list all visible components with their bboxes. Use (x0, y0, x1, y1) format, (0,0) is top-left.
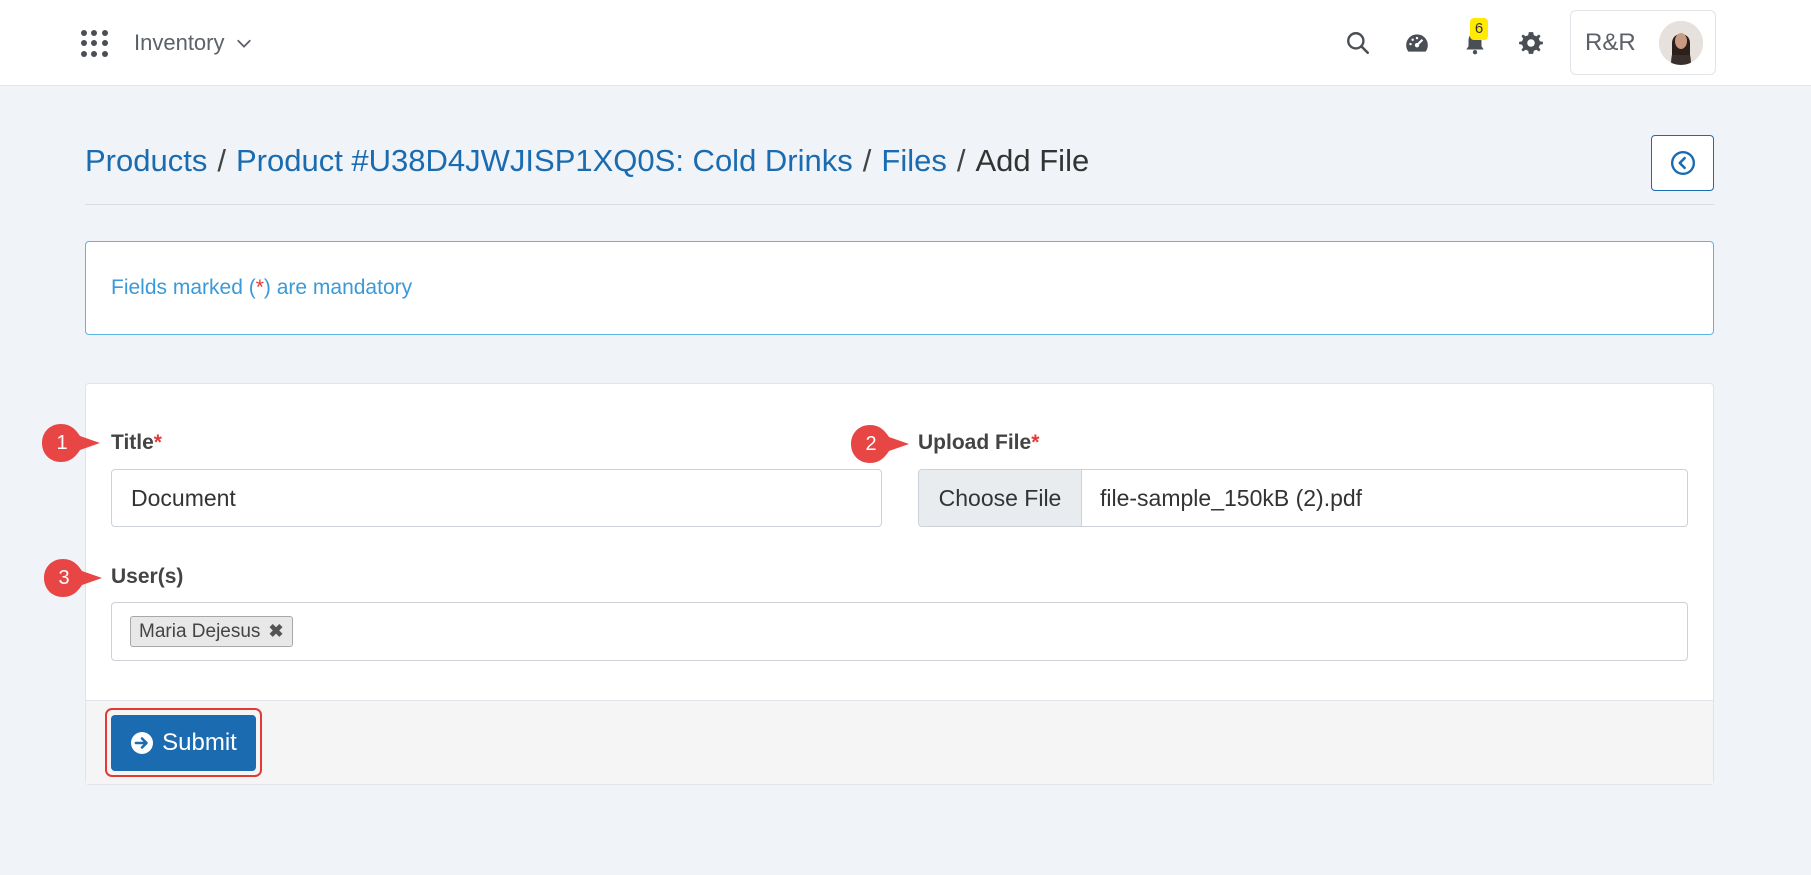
selected-file-name: file-sample_150kB (2).pdf (1100, 484, 1363, 511)
breadcrumb: Products / Product #U38D4JWJISP1XQ0S: Co… (85, 143, 1089, 179)
arrow-right-circle-icon (131, 732, 154, 754)
alert-text-prefix: Fields marked ( (111, 276, 256, 299)
module-selector[interactable]: Inventory (134, 28, 253, 58)
user-tag-label: Maria Dejesus (139, 620, 261, 642)
step-callout-3: 3 (42, 557, 102, 597)
header-divider (85, 204, 1714, 205)
gear-icon[interactable] (1516, 28, 1546, 58)
module-label: Inventory (134, 30, 225, 55)
breadcrumb-link-product[interactable]: Product #U38D4JWJISP1XQ0S: Cold Drinks (236, 143, 853, 179)
step-callout-2: 2 (849, 423, 909, 463)
users-label: User(s) (111, 565, 184, 588)
back-button[interactable] (1651, 135, 1714, 191)
user-menu[interactable]: R&R (1570, 10, 1716, 75)
mandatory-fields-alert: Fields marked (*) are mandatory (85, 241, 1714, 335)
notification-count-badge: 6 (1470, 18, 1488, 40)
page-title: Add File (975, 143, 1090, 178)
dashboard-gauge-icon[interactable] (1402, 28, 1432, 58)
search-icon[interactable] (1343, 28, 1373, 58)
alert-text-suffix: ) are mandatory (263, 276, 413, 299)
breadcrumb-separator: / (862, 143, 872, 178)
user-initials: R&R (1585, 28, 1636, 56)
chevron-down-icon (236, 39, 251, 48)
choose-file-button[interactable]: Choose File (919, 470, 1082, 526)
submit-label: Submit (162, 729, 237, 756)
breadcrumb-link-files[interactable]: Files (881, 143, 946, 179)
required-star: * (153, 431, 162, 454)
step-callout-1: 1 (40, 422, 100, 462)
required-star: * (1031, 431, 1040, 454)
remove-tag-icon[interactable]: ✖ (268, 621, 283, 642)
breadcrumb-separator: / (956, 143, 966, 178)
users-select-input[interactable]: Maria Dejesus ✖ (111, 602, 1688, 661)
submit-button[interactable]: Submit (111, 715, 256, 771)
upload-file-label: Upload File* (918, 431, 1040, 454)
chevron-left-circle-icon (1670, 150, 1695, 176)
user-tag: Maria Dejesus ✖ (130, 616, 293, 647)
breadcrumb-link-products[interactable]: Products (85, 143, 207, 179)
top-navbar: Inventory 6 R&R (0, 0, 1811, 86)
upload-file-input[interactable]: Choose File file-sample_150kB (2).pdf (918, 469, 1688, 527)
title-label: Title* (111, 431, 162, 454)
avatar (1659, 21, 1703, 65)
apps-grid-icon[interactable] (81, 30, 108, 57)
title-input[interactable]: Document (111, 469, 882, 527)
breadcrumb-separator: / (217, 143, 226, 178)
form-footer (86, 700, 1713, 784)
alert-required-star: * (255, 276, 264, 299)
